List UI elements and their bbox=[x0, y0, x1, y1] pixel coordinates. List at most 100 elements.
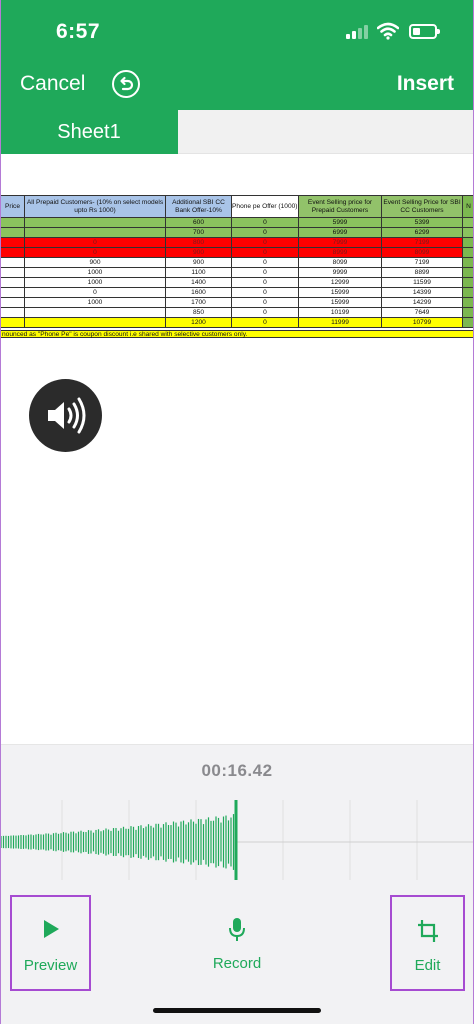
cell-sbi: 900 bbox=[165, 257, 232, 268]
header-phonepe: Phone pe Offer (1000) bbox=[231, 195, 299, 218]
cell-sbi: 1700 bbox=[165, 297, 232, 308]
cell-edge bbox=[462, 287, 474, 298]
cell-sbi: 600 bbox=[165, 217, 232, 228]
cellular-signal-icon bbox=[346, 25, 368, 39]
table-row: 1000 1400 0 12999 11599 bbox=[0, 277, 474, 288]
cell-phonepe: 0 bbox=[231, 237, 299, 248]
table-row: 700 0 6999 6299 bbox=[0, 227, 474, 238]
status-bar: 6:57 bbox=[0, 0, 474, 62]
cell-event-sbi: 10799 bbox=[381, 317, 463, 328]
cell-edge bbox=[462, 317, 474, 328]
cell-edge bbox=[462, 257, 474, 268]
cell-event-sbi: 7199 bbox=[381, 257, 463, 268]
cell-event-sbi: 8899 bbox=[381, 267, 463, 278]
play-icon bbox=[43, 920, 59, 938]
cell-phonepe: 0 bbox=[231, 317, 299, 328]
cell-prepaid: 0 bbox=[24, 237, 166, 248]
speaker-icon[interactable] bbox=[29, 379, 102, 452]
wifi-icon bbox=[377, 22, 399, 40]
cell-event-prepaid: 9999 bbox=[298, 267, 382, 278]
cell-event-prepaid: 12999 bbox=[298, 277, 382, 288]
cell-edge bbox=[462, 227, 474, 238]
cell-prepaid bbox=[24, 227, 166, 238]
cell-price bbox=[0, 257, 25, 268]
table-footnote: nounced as "Phone Pe" is coupon discount… bbox=[0, 330, 474, 338]
cell-price bbox=[0, 277, 25, 288]
cell-event-sbi: 7649 bbox=[381, 307, 463, 318]
cell-sbi: 850 bbox=[165, 307, 232, 318]
table-row: 850 0 10199 7649 bbox=[0, 307, 474, 318]
cell-price bbox=[0, 307, 25, 318]
recorder-toolbar: Preview Record Edit bbox=[0, 895, 474, 991]
cell-phonepe: 0 bbox=[231, 217, 299, 228]
preview-button[interactable]: Preview bbox=[10, 895, 91, 991]
home-indicator bbox=[153, 1008, 321, 1013]
cell-price bbox=[0, 267, 25, 278]
sheet-tab-bar: Sheet1 bbox=[0, 110, 474, 154]
cell-price bbox=[0, 247, 25, 258]
undo-icon[interactable] bbox=[112, 70, 140, 98]
header-event-prepaid: Event Selling price for Prepaid Customer… bbox=[298, 195, 382, 218]
record-button[interactable]: Record bbox=[197, 895, 277, 991]
edit-button[interactable]: Edit bbox=[390, 895, 465, 991]
cancel-button[interactable]: Cancel bbox=[20, 72, 85, 96]
cell-prepaid bbox=[24, 217, 166, 228]
cell-event-sbi: 8099 bbox=[381, 247, 463, 258]
microphone-icon bbox=[229, 918, 245, 941]
cell-prepaid bbox=[24, 317, 166, 328]
table-row: 1000 1100 0 9999 8899 bbox=[0, 267, 474, 278]
cell-event-sbi: 14399 bbox=[381, 287, 463, 298]
cell-edge bbox=[462, 237, 474, 248]
cell-event-prepaid: 6999 bbox=[298, 227, 382, 238]
cell-sbi: 900 bbox=[165, 247, 232, 258]
cell-sbi: 1100 bbox=[165, 267, 232, 278]
cell-prepaid: 1000 bbox=[24, 297, 166, 308]
cell-phonepe: 0 bbox=[231, 307, 299, 318]
cell-event-prepaid: 10199 bbox=[298, 307, 382, 318]
status-time: 6:57 bbox=[56, 20, 101, 43]
waveform[interactable] bbox=[0, 800, 474, 880]
header-prepaid: All Prepaid Customers- (10% on select mo… bbox=[24, 195, 166, 218]
cell-edge bbox=[462, 267, 474, 278]
table-row: 600 0 5999 5399 bbox=[0, 217, 474, 228]
table-row: 0 900 0 8999 8099 bbox=[0, 247, 474, 258]
cell-phonepe: 0 bbox=[231, 267, 299, 278]
cell-event-sbi: 14299 bbox=[381, 297, 463, 308]
cell-sbi: 800 bbox=[165, 237, 232, 248]
cell-price bbox=[0, 297, 25, 308]
preview-label: Preview bbox=[23, 957, 78, 974]
cell-phonepe: 0 bbox=[231, 287, 299, 298]
cell-edge bbox=[462, 297, 474, 308]
elapsed-time: 00:16.42 bbox=[201, 761, 273, 780]
table-row: 0 1600 0 15999 14399 bbox=[0, 287, 474, 298]
cell-phonepe: 0 bbox=[231, 257, 299, 268]
cell-phonepe: 0 bbox=[231, 277, 299, 288]
cell-event-prepaid: 8099 bbox=[298, 257, 382, 268]
nav-bar: Cancel Insert bbox=[0, 62, 474, 110]
cell-edge bbox=[462, 217, 474, 228]
table-row: 0 800 0 7999 7199 bbox=[0, 237, 474, 248]
cell-edge bbox=[462, 277, 474, 288]
table-row: 1200 0 11999 10799 bbox=[0, 317, 474, 328]
cell-event-sbi: 5399 bbox=[381, 217, 463, 228]
cell-event-prepaid: 15999 bbox=[298, 297, 382, 308]
cell-price bbox=[0, 217, 25, 228]
cell-prepaid: 900 bbox=[24, 257, 166, 268]
cell-sbi: 1200 bbox=[165, 317, 232, 328]
cell-event-sbi: 6299 bbox=[381, 227, 463, 238]
cell-phonepe: 0 bbox=[231, 297, 299, 308]
header-sbi: Additional SBI CC Bank Offer-10% bbox=[165, 195, 232, 218]
cell-prepaid: 1000 bbox=[24, 267, 166, 278]
edit-label: Edit bbox=[414, 957, 441, 974]
tab-sheet1[interactable]: Sheet1 bbox=[0, 110, 178, 154]
cell-price bbox=[0, 237, 25, 248]
insert-button[interactable]: Insert bbox=[397, 72, 454, 96]
audio-recorder-panel: 00:16.42 Preview Record Edit bbox=[0, 744, 474, 1024]
cell-prepaid: 0 bbox=[24, 247, 166, 258]
cell-price bbox=[0, 317, 25, 328]
cell-edge bbox=[462, 247, 474, 258]
cell-event-prepaid: 7999 bbox=[298, 237, 382, 248]
cell-event-sbi: 11599 bbox=[381, 277, 463, 288]
header-price: Price bbox=[0, 195, 25, 218]
battery-icon bbox=[409, 24, 440, 39]
